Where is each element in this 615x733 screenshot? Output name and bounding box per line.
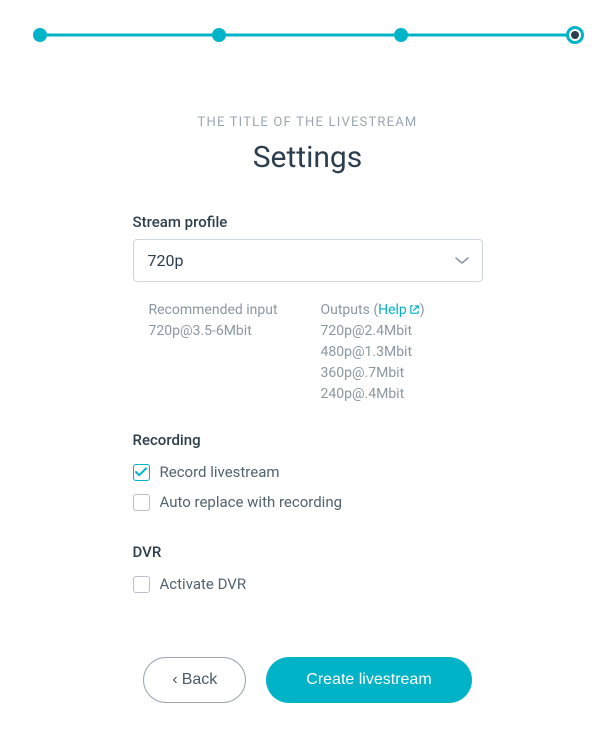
stream-profile-value[interactable]: 720p — [133, 239, 483, 282]
create-livestream-label: Create livestream — [306, 671, 431, 689]
stream-profile-label: Stream profile — [133, 213, 483, 231]
page-title: Settings — [27, 140, 588, 175]
stepper-step-4-current — [566, 26, 584, 44]
outputs-item: 720p@2.4Mbit — [321, 321, 473, 342]
eyebrow-title: THE TITLE OF THE LIVESTREAM — [27, 115, 588, 130]
recommended-input-value: 720p@3.5-6Mbit — [149, 321, 301, 342]
recommended-input-block: Recommended input 720p@3.5-6Mbit — [149, 300, 301, 405]
recommended-input-label: Recommended input — [149, 300, 301, 321]
recording-section-label: Recording — [133, 431, 483, 449]
outputs-item: 240p@.4Mbit — [321, 384, 473, 405]
outputs-help-link[interactable]: Help — [378, 302, 420, 318]
outputs-item: 360p@.7Mbit — [321, 363, 473, 384]
stream-profile-select[interactable]: 720p — [133, 239, 483, 282]
check-icon — [135, 467, 147, 477]
auto-replace-label: Auto replace with recording — [160, 493, 343, 511]
record-livestream-checkbox-row[interactable]: Record livestream — [133, 457, 483, 487]
outputs-block: Outputs (Help) 720p@2.4Mbit 480p@1.3Mbit… — [321, 300, 473, 405]
stepper-step-1 — [33, 28, 47, 42]
back-button[interactable]: ‹ Back — [143, 657, 246, 703]
external-link-icon — [409, 304, 420, 315]
activate-dvr-checkbox-row[interactable]: Activate DVR — [133, 569, 483, 599]
back-button-label: Back — [182, 671, 218, 689]
outputs-label: Outputs — [321, 302, 370, 318]
dvr-section-label: DVR — [133, 543, 483, 561]
outputs-item: 480p@1.3Mbit — [321, 342, 473, 363]
record-livestream-label: Record livestream — [160, 463, 280, 481]
stepper-step-3 — [394, 28, 408, 42]
activate-dvr-label: Activate DVR — [160, 575, 247, 593]
auto-replace-checkbox-row[interactable]: Auto replace with recording — [133, 487, 483, 517]
progress-stepper — [32, 25, 583, 45]
record-livestream-checkbox[interactable] — [133, 464, 150, 481]
activate-dvr-checkbox[interactable] — [133, 576, 150, 593]
auto-replace-checkbox[interactable] — [133, 494, 150, 511]
chevron-left-icon: ‹ — [172, 672, 177, 688]
create-livestream-button[interactable]: Create livestream — [266, 657, 471, 703]
stepper-step-2 — [212, 28, 226, 42]
stepper-line — [40, 34, 575, 37]
